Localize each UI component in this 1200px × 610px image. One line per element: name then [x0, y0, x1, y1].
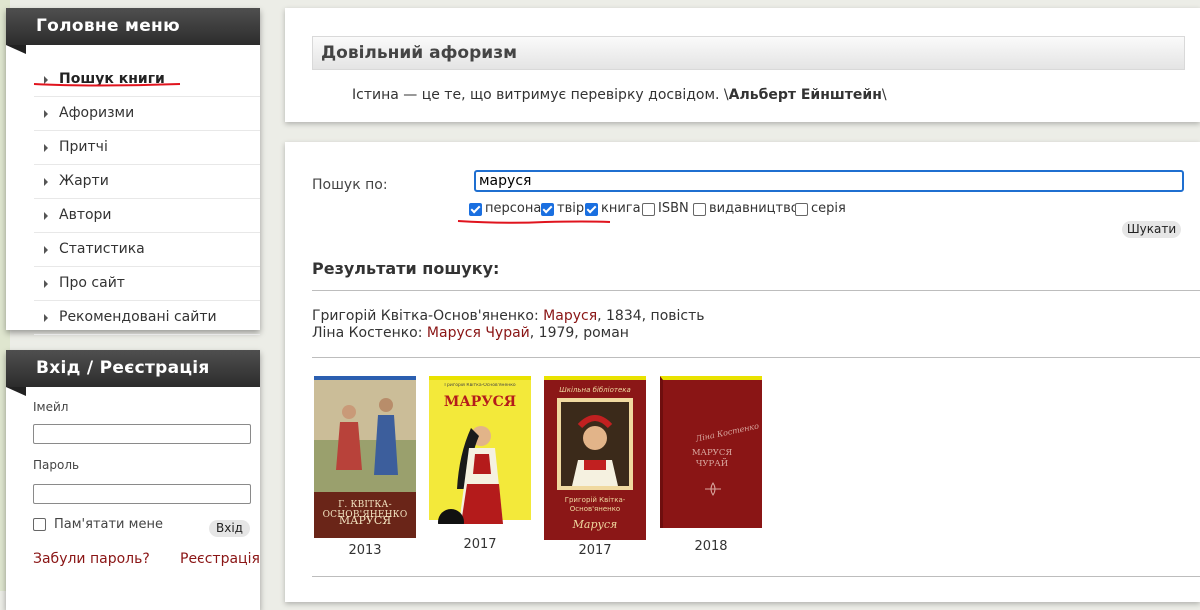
menu-item-label: Автори	[59, 207, 112, 223]
cover-title: МАРУСЯ ЧУРАЙ	[691, 448, 733, 469]
divider	[312, 290, 1200, 291]
result-details: , 1979, роман	[529, 325, 629, 341]
result-work-link[interactable]: Маруся	[543, 308, 597, 324]
aphorism-title: Довільний афоризм	[312, 36, 1185, 70]
arrow-right-icon	[44, 144, 48, 152]
email-field[interactable]	[33, 424, 251, 444]
cover-author: Григорій Квітка-Основ'яненко	[564, 496, 626, 513]
result-author: Григорій Квітка-Основ'яненко:	[312, 308, 544, 324]
cover-title: МАРУСЯ	[338, 514, 392, 527]
result-work-link[interactable]: Маруся Чурай	[427, 325, 530, 341]
filter-series-checkbox[interactable]	[795, 203, 808, 216]
book-year: 2017	[463, 537, 497, 552]
menu-item-aphorisms[interactable]: Афоризми	[34, 97, 260, 131]
search-by-label: Пошук по:	[312, 177, 388, 193]
menu-item-label: Жарти	[59, 173, 109, 189]
divider	[312, 357, 1200, 358]
password-label: Пароль	[33, 458, 80, 472]
register-link[interactable]: Реєстрація	[180, 551, 260, 567]
search-input[interactable]: маруся	[474, 170, 1184, 192]
arrow-right-icon	[44, 76, 48, 84]
cover-title: Маруся	[572, 518, 618, 531]
filter-isbn-checkbox[interactable]	[642, 203, 655, 216]
main-menu-panel: Головне меню Пошук книги Афоризми Притчі…	[6, 8, 260, 335]
menu-item-jokes[interactable]: Жарти	[34, 165, 260, 199]
result-row: Григорій Квітка-Основ'яненко: Маруся, 18…	[312, 308, 705, 324]
search-button[interactable]: Шукати	[1122, 221, 1181, 238]
password-field[interactable]	[33, 484, 251, 504]
menu-item-label: Про сайт	[59, 275, 125, 291]
cover-illustration: Шкільна бібліотека	[557, 386, 633, 490]
book-cover-2013[interactable]: Г. КВІТКА-ОСНОВ'ЯНЕНКО МАРУСЯ	[314, 376, 416, 538]
divider	[312, 576, 1200, 577]
filter-person-label: персона	[485, 201, 542, 216]
search-card: Пошук по: маруся персона твір книга ISBN…	[285, 142, 1200, 602]
book-year: 2017	[578, 543, 612, 558]
aphorism-card: Довільний афоризм Істина — це те, що вит…	[285, 8, 1200, 122]
menu-item-authors[interactable]: Автори	[34, 199, 260, 233]
filter-series-label: серія	[811, 201, 846, 216]
arrow-right-icon	[44, 314, 48, 322]
filter-work-label: твір	[557, 201, 585, 216]
remember-me-checkbox[interactable]	[33, 518, 46, 531]
book-year: 2013	[348, 543, 382, 558]
menu-item-label: Статистика	[59, 241, 145, 257]
menu-item-statistics[interactable]: Статистика	[34, 233, 260, 267]
cover-author: Григорій Квітка-Основ'яненко	[444, 383, 516, 388]
filter-work-checkbox[interactable]	[541, 203, 554, 216]
remember-me-label: Пам'ятати мене	[54, 517, 163, 532]
menu-item-label: Рекомендовані сайти	[59, 309, 217, 325]
aphorism-quote: Істина — це те, що витримує перевірку до…	[352, 87, 729, 103]
arrow-right-icon	[44, 212, 48, 220]
arrow-right-icon	[44, 280, 48, 288]
cover-illustration	[438, 426, 503, 524]
aphorism-text: Істина — це те, що витримує перевірку до…	[352, 87, 887, 103]
filter-book-checkbox[interactable]	[585, 203, 598, 216]
menu-item-book-search[interactable]: Пошук книги	[34, 63, 260, 97]
book-cover-2017-a[interactable]: Григорій Квітка-Основ'яненко МАРУСЯ	[429, 376, 531, 524]
svg-text:Шкільна бібліотека: Шкільна бібліотека	[559, 386, 631, 394]
menu-item-parables[interactable]: Притчі	[34, 131, 260, 165]
result-author: Ліна Костенко:	[312, 325, 427, 341]
aphorism-author[interactable]: Альберт Ейнштейн	[729, 87, 882, 103]
results-title: Результати пошуку:	[312, 259, 500, 278]
forgot-password-link[interactable]: Забули пароль?	[33, 551, 150, 567]
cover-ornament-icon	[705, 482, 721, 496]
menu-item-label: Афоризми	[59, 105, 135, 121]
email-label: Імейл	[33, 400, 69, 414]
arrow-right-icon	[44, 178, 48, 186]
login-button[interactable]: Вхід	[209, 520, 250, 537]
auth-panel: Вхід / Реєстрація Імейл Пароль Пам'ятати…	[6, 350, 260, 610]
book-cover-2017-b[interactable]: Шкільна бібліотека Григорій Квітка-Основ…	[544, 376, 646, 540]
filter-person-checkbox[interactable]	[469, 203, 482, 216]
result-row: Ліна Костенко: Маруся Чурай, 1979, роман	[312, 325, 629, 341]
filter-isbn-label: ISBN	[658, 201, 689, 216]
filter-publisher-label: видавництво	[709, 201, 799, 216]
arrow-right-icon	[44, 110, 48, 118]
arrow-right-icon	[44, 246, 48, 254]
cover-title: МАРУСЯ	[443, 394, 517, 410]
filter-book-label: книга	[601, 201, 641, 216]
book-year: 2018	[694, 539, 728, 554]
menu-item-label: Пошук книги	[59, 71, 165, 87]
main-menu-title: Головне меню	[6, 8, 260, 54]
result-details: , 1834, повість	[597, 308, 705, 324]
aphorism-tail: \	[881, 87, 887, 103]
menu-item-label: Притчі	[59, 139, 108, 155]
menu-item-about[interactable]: Про сайт	[34, 267, 260, 301]
cover-author: Ліна Костенко	[694, 421, 760, 444]
book-cover-2018[interactable]: Ліна Костенко МАРУСЯ ЧУРАЙ	[660, 376, 762, 528]
main-menu: Пошук книги Афоризми Притчі Жарти Автори…	[34, 63, 260, 335]
auth-title: Вхід / Реєстрація	[6, 350, 260, 396]
filter-publisher-checkbox[interactable]	[693, 203, 706, 216]
menu-item-recommended-sites[interactable]: Рекомендовані сайти	[34, 301, 260, 335]
